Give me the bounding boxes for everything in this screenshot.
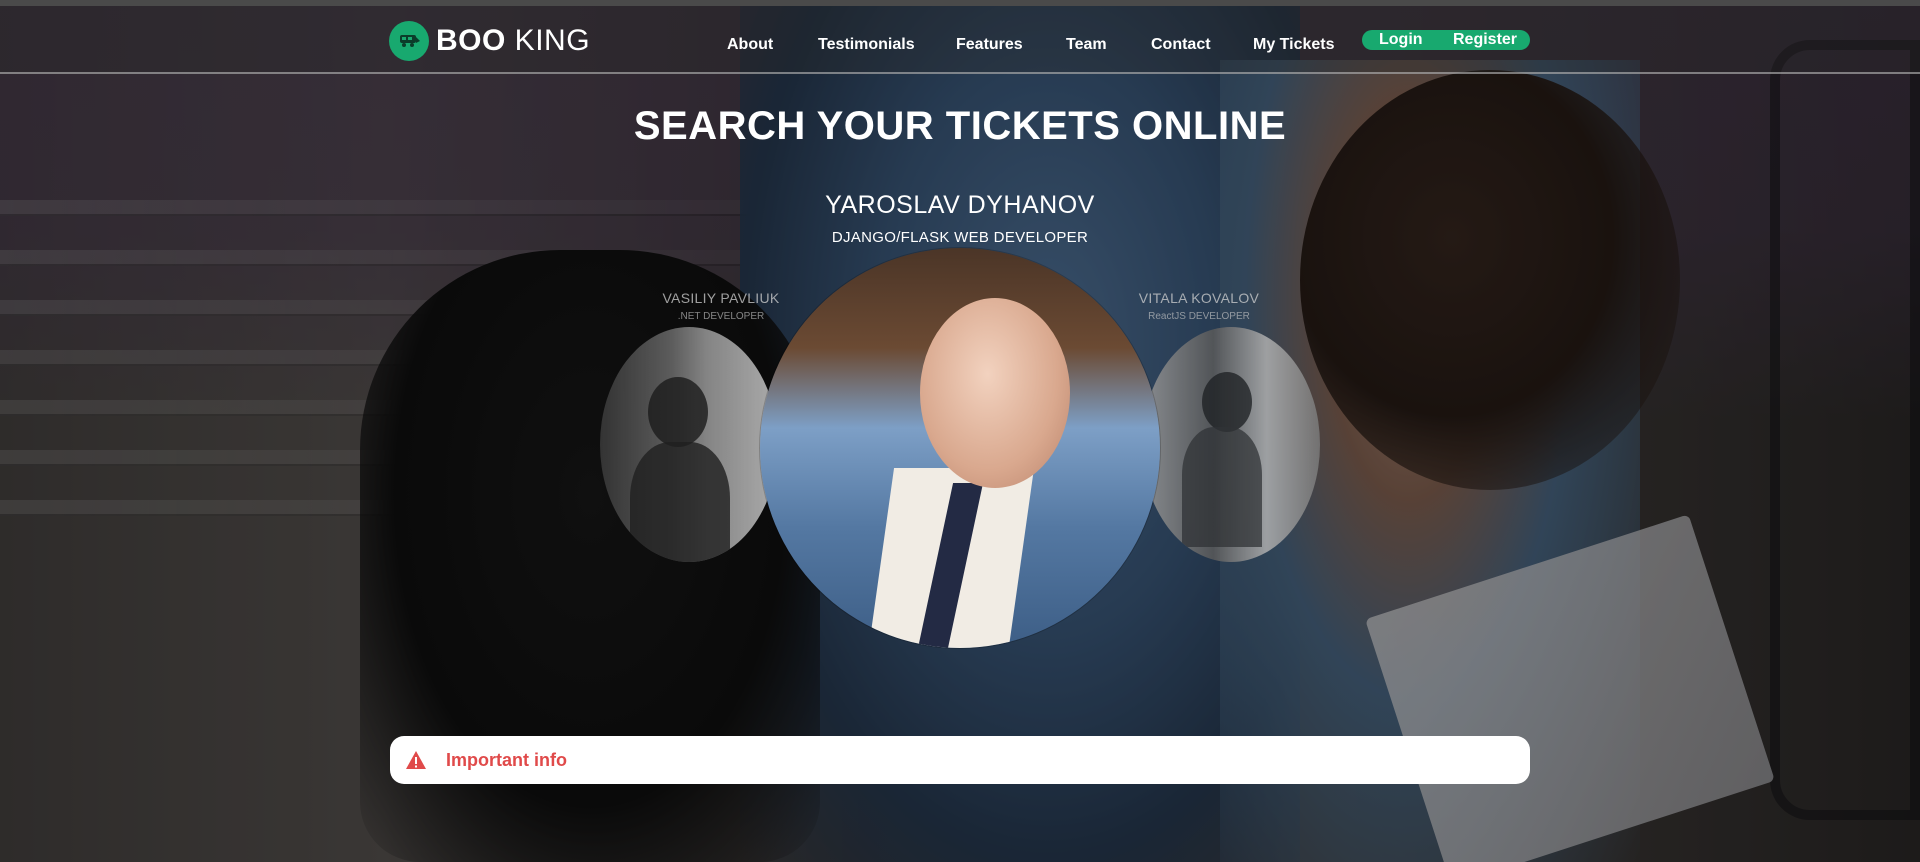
hero-title: SEARCH YOUR TICKETS ONLINE [633, 104, 1287, 148]
nav-team[interactable]: Team [1066, 30, 1107, 60]
featured-member-name: YAROSLAV DYHANOV [825, 191, 1095, 219]
important-info-label: Important info [446, 749, 567, 770]
member-left-photo[interactable] [600, 327, 778, 562]
nav-contact[interactable]: Contact [1151, 30, 1211, 60]
warning-triangle-icon [406, 751, 426, 769]
member-right-name: VITALA KOVALOV [1138, 290, 1260, 306]
main-nav: About Testimonials Features Team Contact… [0, 30, 1920, 60]
nav-testimonials[interactable]: Testimonials [818, 30, 915, 60]
featured-member-photo[interactable] [760, 248, 1160, 648]
featured-member-role: DJANGO/FLASK WEB DEVELOPER [831, 229, 1089, 246]
member-left-name: VASILIY PAVLIUK [662, 290, 780, 306]
member-right-role: ReactJS DEVELOPER [1148, 311, 1250, 322]
member-left-role: .NET DEVELOPER [677, 311, 765, 322]
nav-features[interactable]: Features [956, 30, 1023, 60]
team-member-right[interactable]: VITALA KOVALOV ReactJS DEVELOPER [1084, 290, 1314, 322]
login-button[interactable]: Login [1379, 30, 1423, 50]
register-button[interactable]: Register [1453, 30, 1517, 50]
nav-my-tickets[interactable]: My Tickets [1253, 30, 1335, 60]
member-right-photo[interactable] [1142, 327, 1320, 562]
site-header: BOO KING About Testimonials Features Tea… [0, 6, 1920, 74]
important-info-bar[interactable]: Important info [390, 736, 1530, 784]
nav-about[interactable]: About [727, 30, 773, 60]
team-member-left[interactable]: VASILIY PAVLIUK .NET DEVELOPER [606, 290, 836, 322]
